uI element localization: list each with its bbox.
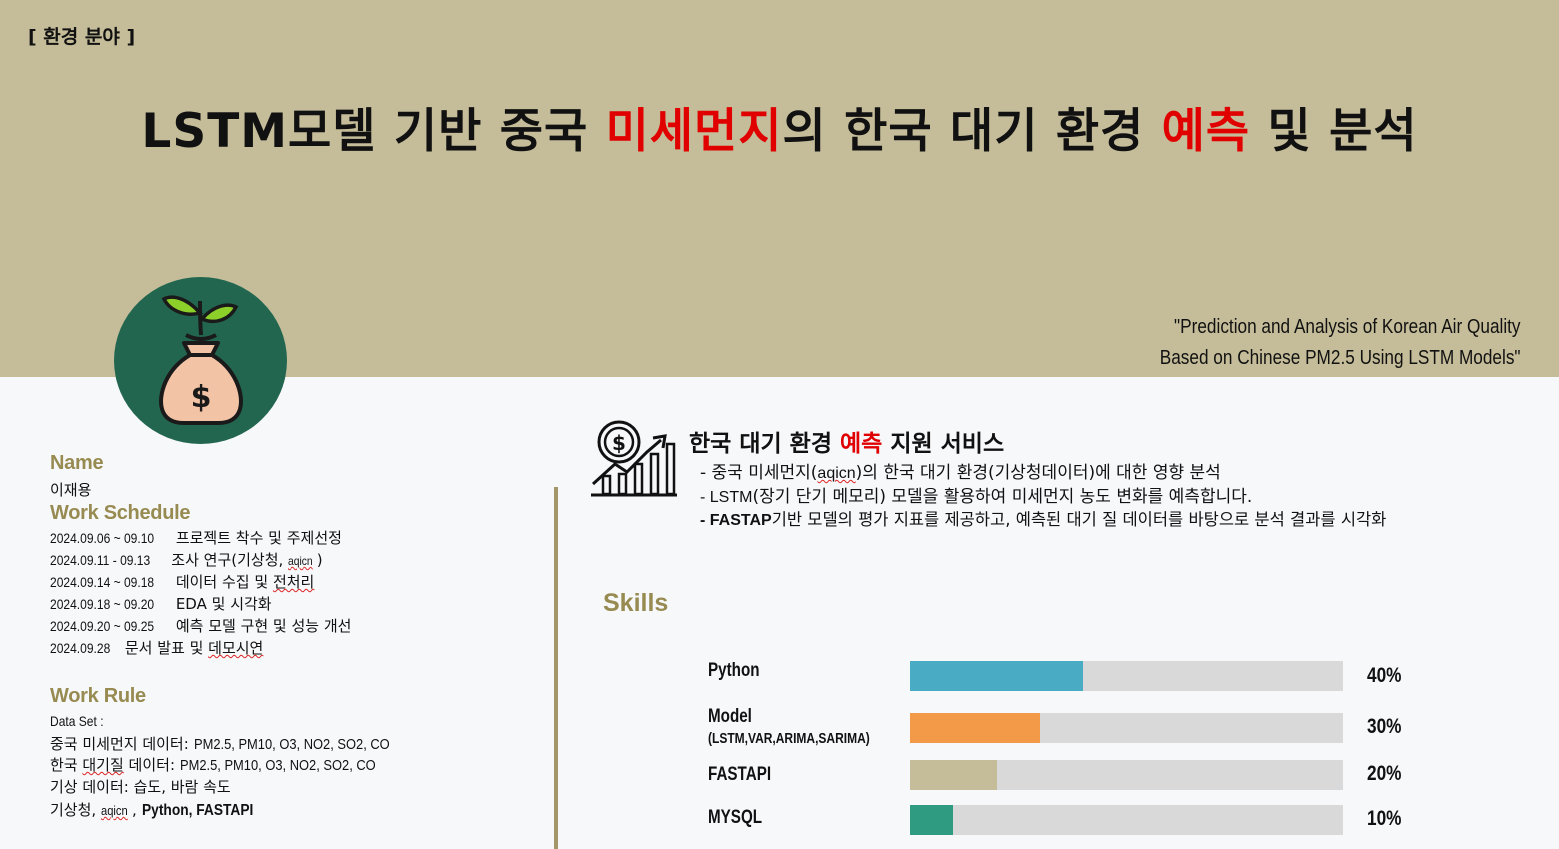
rule-line-weather: 기상 데이터: 습도, 바람 속도 [50,778,231,796]
rule-line-sources: 기상청, aqicn, Python, FASTAPI [50,799,271,820]
title-part-3: 및 분석 [1250,104,1418,159]
skill-label: Model (LSTM,VAR,ARIMA,SARIMA) [708,706,870,747]
rule-line-korea-b: 대기질 [82,756,124,774]
skill-name: FASTAPI [708,764,772,785]
schedule-item: 2024.09.06 ~ 09.10 프로젝트 착수 및 주제선정 [50,527,342,548]
money-bag-plant-icon: $ [159,295,243,425]
name-value: 이재용 [50,481,92,499]
schedule-date: 2024.09.11 - 09.13 [50,552,151,568]
svg-text:$: $ [612,431,626,455]
skill-name: MYSQL [708,807,763,828]
schedule-text: 예측 모델 구현 및 성능 개선 [171,617,352,635]
profile-logo: $ [114,277,287,444]
skill-percent: 30% [1367,715,1402,738]
skill-percent: 10% [1367,807,1402,830]
name-heading: Name [50,452,104,474]
rule-line-korea-c: 데이터: [123,756,180,774]
schedule-date: 2024.09.14 ~ 09.18 [50,574,155,590]
schedule-date: 2024.09.20 ~ 09.25 [50,618,155,634]
schedule-text: 데이터 수집 및 [171,573,273,591]
rule-line-china: 중국 미세먼지 데이터: PM2.5, PM10, O3, NO2, SO2, … [50,733,421,754]
dollar-growth-chart-icon: $ [591,420,677,497]
service-line-3-a: - FASTAP [700,512,772,529]
skills-heading: Skills [603,589,669,617]
skill-bar-track [910,805,1343,835]
schedule-date: 2024.09.18 ~ 09.20 [50,596,155,612]
skill-label: MYSQL [708,807,762,829]
schedule-text: 문서 발표 및 [120,639,209,657]
schedule-date: 2024.09.06 ~ 09.10 [50,530,155,546]
title-part-1: LSTM모델 기반 중국 [141,104,606,159]
skill-percent: 20% [1367,762,1402,785]
skill-bar-track [910,661,1343,691]
dataset-label: Data Set : [50,713,104,729]
rule-line-korea-a: 한국 [50,756,83,774]
service-line-3-b: 기반 모델의 평가 지표를 제공하고, 예측된 대기 질 데이터를 바탕으로 분… [771,510,1387,529]
rule-sources-bold: Python, FASTAPI [141,802,253,819]
schedule-text: 조사 연구(기상청, [166,551,289,569]
service-line-1-a: - 중국 미세먼지( [700,463,818,483]
skill-percent: 40% [1367,664,1402,687]
subtitle-line-2: Based on Chinese PM2.5 Using LSTM Models… [1160,347,1521,369]
service-line-3: - FASTAP기반 모델의 평가 지표를 제공하고, 예측된 대기 질 데이터… [700,506,1386,530]
rule-line-korea: 한국 대기질 데이터: PM2.5, PM10, O3, NO2, SO2, C… [50,754,407,775]
schedule-item: 2024.09.28 문서 발표 및 데모시연 [50,637,263,658]
skill-sub-label: (LSTM,VAR,ARIMA,SARIMA) [708,730,870,747]
rule-line-korea-values: PM2.5, PM10, O3, NO2, SO2, CO [179,757,376,774]
skill-bar-fill [910,661,1084,691]
service-title-highlight: 예측 [839,431,883,457]
service-line-1: - 중국 미세먼지(aqicn)의 한국 대기 환경(기상청데이터)에 대한 영… [700,458,1221,483]
title-highlight-1: 미세먼지 [605,104,783,159]
skill-bar-track [910,760,1343,790]
service-line-2: - LSTM(장기 단기 메모리) 모델을 활용하여 미세먼지 농도 변화를 예… [700,482,1252,507]
skill-bar-track [910,713,1343,743]
skill-name: Model [708,706,752,727]
english-subtitle: "Prediction and Analysis of Korean Air Q… [1160,312,1521,374]
schedule-item: 2024.09.18 ~ 09.20 EDA 및 시각화 [50,593,272,614]
skill-bar-fill [910,713,1040,743]
service-title: 한국 대기 환경 예측 지원 서비스 [689,424,1004,458]
rule-line-china-values: PM2.5, PM10, O3, NO2, SO2, CO [193,736,390,753]
rule-line-china-label: 중국 미세먼지 데이터: [50,735,194,753]
title-part-2: 의 한국 대기 환경 [782,104,1162,159]
service-line-2-a: - LSTM [700,489,753,506]
skill-name: Python [708,660,760,681]
column-divider [554,487,558,849]
schedule-item: 2024.09.14 ~ 09.18 데이터 수집 및 전처리 [50,571,314,592]
service-line-2-b: (장기 단기 메모리) 모델을 활용하여 미세먼지 농도 변화를 예측합니다. [752,487,1253,507]
svg-text:$: $ [191,380,212,415]
rule-heading: Work Rule [50,685,146,707]
schedule-heading: Work Schedule [50,502,191,524]
schedule-text: 프로젝트 착수 및 주제선정 [171,529,342,547]
schedule-item: 2024.09.11 - 09.13 조사 연구(기상청, aqicn) [50,549,323,570]
schedule-date: 2024.09.28 [50,640,111,656]
skill-bar-fill [910,760,997,790]
schedule-text-end: ) [316,551,323,569]
subtitle-line-1: "Prediction and Analysis of Korean Air Q… [1174,316,1521,338]
schedule-text-underlined: 데모시연 [208,639,264,657]
rule-sources-c: , [132,801,142,819]
schedule-text: EDA 및 시각화 [171,595,272,613]
category-label: [ 환경 분야 ] [28,26,136,48]
skill-label: Python [708,660,760,682]
title-highlight-2: 예측 [1161,104,1251,159]
schedule-text-underlined: 전처리 [272,573,315,591]
service-line-1-c: )의 한국 대기 환경(기상청데이터)에 대한 영향 분석 [855,463,1221,483]
page-title: LSTM모델 기반 중국 미세먼지의 한국 대기 환경 예측 및 분석 [0,92,1559,161]
schedule-item: 2024.09.20 ~ 09.25 예측 모델 구현 및 성능 개선 [50,615,351,636]
service-line-1-b: aqicn [817,465,856,482]
skill-bar-fill [910,805,954,835]
rule-sources-b: aqicn [100,803,128,818]
service-title-a: 한국 대기 환경 [689,431,840,457]
service-title-b: 지원 서비스 [882,431,1005,457]
rule-sources-a: 기상청, [50,801,101,819]
skill-label: FASTAPI [708,764,771,786]
schedule-text-underlined: aqicn [288,554,313,568]
